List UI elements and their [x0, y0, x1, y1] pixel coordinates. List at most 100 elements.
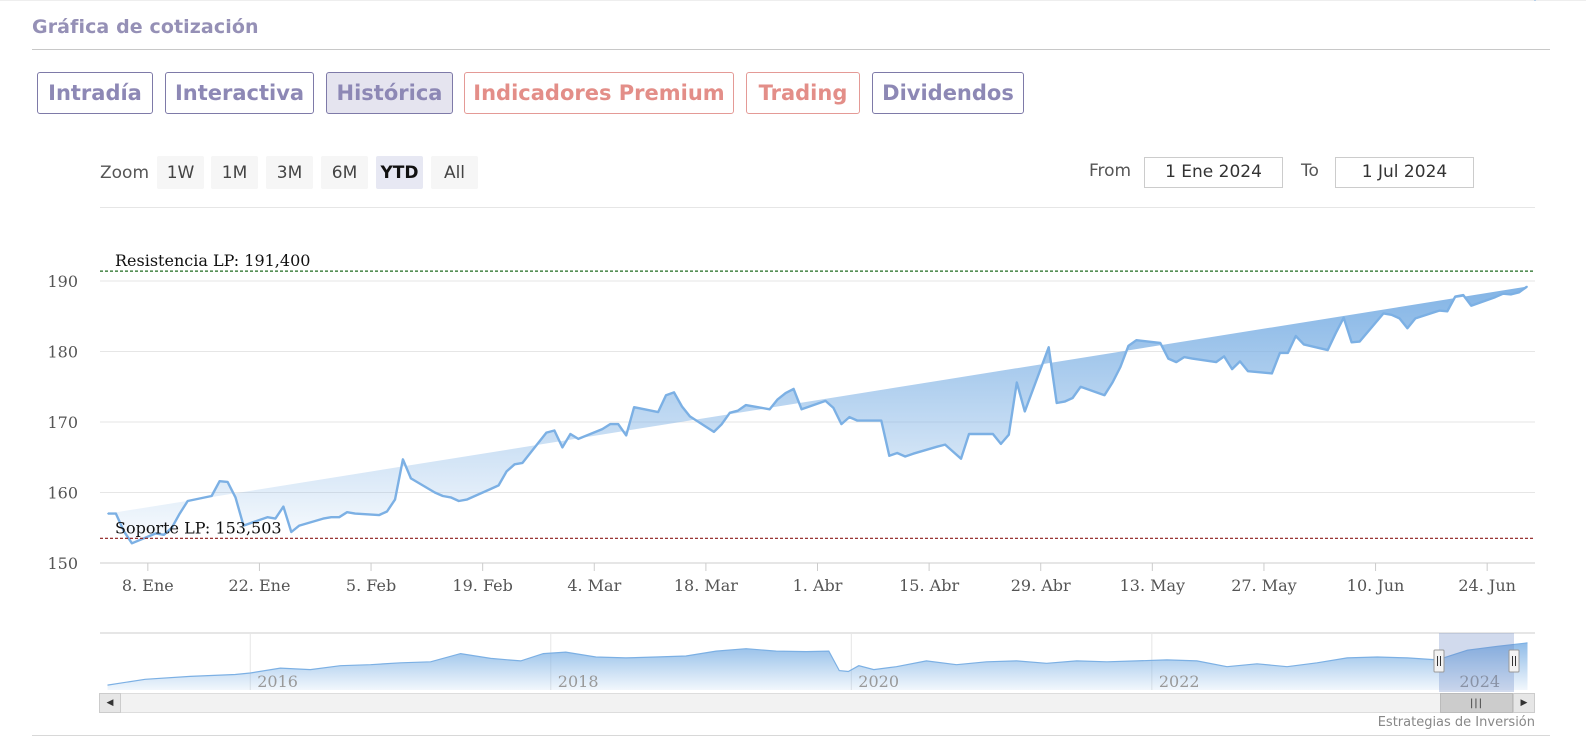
- price-point: [131, 542, 133, 545]
- price-point: [1454, 295, 1457, 298]
- resistance-label: Resistencia LP: 191,400: [115, 251, 310, 270]
- scrollbar-thumb[interactable]: |||: [1440, 693, 1513, 713]
- price-point: [1103, 394, 1106, 397]
- price-point: [394, 498, 396, 501]
- navigator-right-handle-icon[interactable]: [1508, 649, 1520, 673]
- price-point: [410, 477, 412, 480]
- price-point: [1063, 400, 1066, 403]
- price-point: [1167, 357, 1170, 360]
- price-point: [665, 394, 667, 397]
- price-point: [1494, 296, 1496, 299]
- x-tick-label: 18. Mar: [674, 576, 738, 595]
- price-point: [218, 480, 221, 483]
- price-point: [553, 429, 556, 432]
- price-point: [888, 455, 891, 457]
- price-point: [489, 488, 492, 490]
- price-point: [378, 514, 380, 516]
- price-point: [1159, 342, 1162, 344]
- price-point: [1342, 316, 1345, 319]
- price-point: [1526, 285, 1528, 288]
- x-tick-label: 22. Ene: [228, 576, 290, 595]
- price-point: [1127, 345, 1130, 347]
- price-point: [1295, 335, 1297, 337]
- price-point: [545, 431, 548, 434]
- price-point: [458, 500, 460, 502]
- price-point: [968, 433, 970, 435]
- price-point: [442, 495, 444, 497]
- price-point: [1438, 309, 1441, 312]
- price-point: [505, 470, 508, 473]
- price-point: [577, 438, 580, 440]
- price-point: [768, 408, 771, 411]
- price-point: [992, 433, 994, 435]
- price-point: [1271, 372, 1273, 375]
- price-chart: Resistencia LP: 191,400 Soporte LP: 153,5…: [47, 0, 1536, 692]
- x-tick-label: 13. May: [1120, 576, 1186, 595]
- price-point: [657, 411, 659, 413]
- price-point: [322, 517, 325, 520]
- price-point: [832, 407, 835, 409]
- price-point: [1502, 292, 1504, 295]
- price-point: [354, 512, 356, 515]
- price-point: [186, 500, 189, 502]
- price-point: [226, 481, 229, 483]
- x-tick-label: 27. May: [1231, 576, 1297, 595]
- price-point: [1175, 361, 1178, 363]
- price-point: [450, 496, 452, 499]
- price-point: [848, 416, 851, 418]
- navigator-year-label: 2018: [558, 672, 599, 691]
- price-point: [776, 398, 779, 401]
- price-point: [1000, 443, 1002, 445]
- price-point: [1398, 317, 1401, 320]
- price-point: [115, 512, 117, 515]
- price-point: [1334, 332, 1337, 335]
- price-point: [1111, 381, 1114, 384]
- price-point: [346, 511, 348, 513]
- price-point: [1358, 340, 1361, 343]
- price-point: [689, 415, 691, 418]
- price-point: [944, 443, 946, 446]
- price-point: [1024, 410, 1026, 413]
- price-point: [1247, 370, 1249, 373]
- price-point: [386, 510, 388, 513]
- price-point: [434, 491, 436, 494]
- price-point: [856, 419, 859, 422]
- price-point: [1462, 294, 1465, 296]
- price-point: [673, 391, 675, 394]
- price-point: [1518, 291, 1520, 294]
- price-point: [234, 496, 237, 499]
- price-point: [745, 404, 747, 406]
- price-point: [569, 433, 572, 435]
- price-point: [721, 423, 723, 425]
- price-point: [936, 445, 938, 448]
- scroll-left-arrow-icon[interactable]: ◀: [99, 693, 121, 713]
- price-point: [824, 400, 827, 402]
- x-tick-label: 1. Abr: [793, 576, 843, 595]
- x-tick-label: 10. Jun: [1347, 576, 1405, 595]
- price-point: [210, 495, 213, 497]
- price-point: [912, 452, 914, 455]
- price-point: [1446, 310, 1449, 313]
- price-point: [1390, 314, 1393, 316]
- price-point: [792, 388, 795, 390]
- price-point: [1055, 402, 1058, 404]
- x-tick-label: 4. Mar: [567, 576, 621, 595]
- price-point: [178, 512, 181, 515]
- price-point: [298, 524, 301, 527]
- price-point: [800, 408, 803, 411]
- price-point: [1215, 361, 1217, 363]
- x-tick-label: 19. Feb: [452, 576, 512, 595]
- price-point: [330, 516, 333, 518]
- price-point: [338, 516, 341, 518]
- x-tick-label: 15. Abr: [899, 576, 959, 595]
- price-point: [904, 455, 906, 458]
- price-point: [713, 431, 715, 433]
- x-tick-label: 29. Abr: [1011, 576, 1071, 595]
- price-point: [952, 450, 954, 453]
- scroll-right-arrow-icon[interactable]: ▶: [1513, 693, 1535, 713]
- navigator-scrollbar[interactable]: [99, 693, 1535, 713]
- price-point: [465, 498, 468, 501]
- support-label: Soporte LP: 153,503: [115, 518, 282, 537]
- price-point: [1079, 386, 1082, 388]
- navigator-left-handle-icon[interactable]: [1433, 649, 1445, 673]
